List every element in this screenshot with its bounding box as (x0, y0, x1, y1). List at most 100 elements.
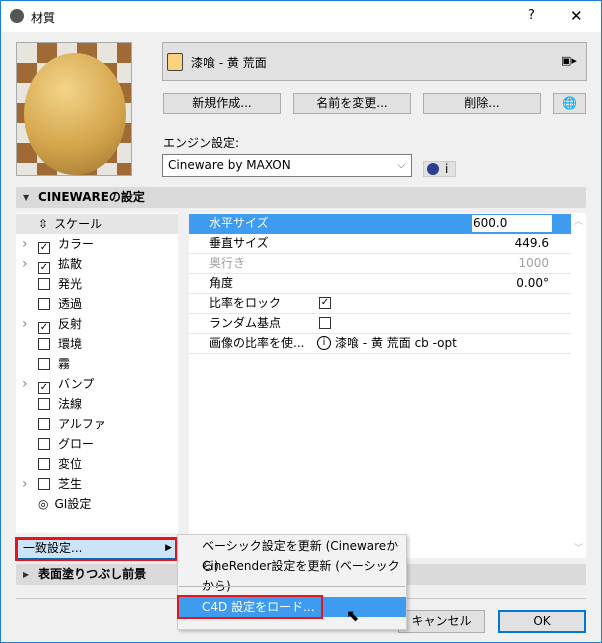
expand-chevron-icon[interactable]: › (22, 314, 28, 334)
engine-select[interactable]: Cineware by MAXON ⌵ (162, 154, 412, 177)
angle-label: 角度 (209, 276, 234, 290)
menu-item-load-c4d[interactable]: C4D 設定をロード... (177, 595, 406, 619)
app-logo-icon (10, 9, 24, 23)
channel-item[interactable]: › 芝生 (16, 474, 178, 494)
submenu-arrow-icon: ▶ (165, 543, 172, 553)
channel-item[interactable]: ◎ GI設定 (16, 494, 178, 514)
channel-item[interactable]: 霧 (16, 354, 178, 374)
engine-info-button[interactable]: i (423, 161, 456, 177)
channel-label: 霧 (58, 357, 71, 371)
channel-item[interactable]: › ✓ 拡散 (16, 254, 178, 274)
depth-value: 1000 (518, 256, 549, 270)
engine-value: Cineware by MAXON (168, 158, 291, 172)
delete-button[interactable]: 削除... (423, 93, 541, 114)
channel-checkbox[interactable] (38, 278, 50, 290)
channel-checkbox[interactable] (38, 358, 50, 370)
channel-label: 芝生 (58, 477, 83, 491)
channel-item[interactable]: 法線 (16, 394, 178, 414)
context-menu: ベーシック設定を更新 (Cinewareから) CineRender設定を更新 … (177, 534, 407, 630)
expand-chevron-icon[interactable]: › (22, 374, 28, 394)
h-size-input[interactable]: 600.0 (472, 215, 552, 232)
expand-chevron-icon[interactable]: › (22, 474, 28, 494)
cancel-button[interactable]: キャンセル (398, 610, 485, 633)
channel-checkbox[interactable]: ✓ (38, 322, 50, 334)
scrollbar[interactable]: ︿ ﹀ (571, 214, 586, 558)
mouse-cursor-icon: ⬉ (346, 606, 360, 625)
globe-button[interactable]: 🌐 (553, 93, 586, 114)
title-bar: 材質 ? ✕ (1, 1, 601, 32)
channel-item[interactable]: 発光 (16, 274, 178, 294)
globe-icon: 🌐 (562, 96, 577, 110)
close-button[interactable]: ✕ (570, 7, 583, 25)
channel-checkbox[interactable] (38, 478, 50, 490)
channel-item[interactable]: ⇳ スケール (16, 214, 178, 234)
cineware-settings-header[interactable]: ▼ CINEWAREの設定 (16, 187, 586, 208)
channel-item[interactable]: グロー (16, 434, 178, 454)
channel-label: バンプ (58, 377, 95, 391)
channel-item[interactable]: 透過 (16, 294, 178, 314)
channel-label: 法線 (58, 397, 83, 411)
texture-menu-icon[interactable]: ▣▸ (561, 54, 577, 67)
info-label: i (445, 162, 449, 176)
channel-item[interactable]: 変位 (16, 454, 178, 474)
channel-item[interactable]: › ✓ 反射 (16, 314, 178, 334)
v-size-label: 垂直サイズ (209, 236, 269, 250)
scale-icon: ⇳ (38, 217, 49, 231)
channel-checkbox[interactable]: ✓ (38, 382, 50, 394)
v-size-row[interactable]: 垂直サイズ 449.6 (189, 234, 571, 254)
match-settings-button[interactable]: 一致設定... ▶ (15, 537, 178, 561)
expand-chevron-icon[interactable]: › (22, 254, 28, 274)
channel-checkbox[interactable] (38, 458, 50, 470)
new-button[interactable]: 新規作成... (163, 93, 281, 114)
channel-item[interactable]: › ✓ バンプ (16, 374, 178, 394)
channel-label: 発光 (58, 277, 83, 291)
channel-checkbox[interactable]: ✓ (38, 262, 50, 274)
rename-button[interactable]: 名前を変更... (293, 93, 411, 114)
expand-chevron-icon[interactable]: › (22, 234, 28, 254)
material-preview (16, 42, 132, 176)
image-ratio-label: 画像の比率を使... (209, 336, 305, 350)
menu-item-update-basic[interactable]: ベーシック設定を更新 (Cinewareから) (178, 536, 406, 573)
chevron-down-icon: ⌵ (397, 160, 405, 171)
channel-label: カラー (58, 237, 95, 251)
random-origin-label: ランダム基点 (209, 316, 282, 330)
angle-value[interactable]: 0.00° (516, 274, 549, 293)
channel-item[interactable]: アルファ (16, 414, 178, 434)
channel-label: GI設定 (54, 497, 92, 511)
material-name-field[interactable]: 漆喰 - 黄 荒面 ▣▸ (162, 42, 587, 81)
channel-item[interactable]: 環境 (16, 334, 178, 354)
h-size-label: 水平サイズ (209, 216, 269, 230)
depth-row: 奥行き 1000 (189, 254, 571, 274)
channel-checkbox[interactable] (38, 418, 50, 430)
h-size-row[interactable]: 水平サイズ 600.0 (189, 214, 571, 234)
channel-label: 環境 (58, 337, 83, 351)
help-button[interactable]: ? (528, 8, 535, 23)
image-ratio-row[interactable]: 画像の比率を使... i 漆喰 - 黄 荒面 cb -opt (189, 334, 571, 354)
channel-checkbox[interactable] (38, 338, 50, 350)
section-title: CINEWAREの設定 (38, 190, 145, 204)
random-origin-row: ランダム基点 (189, 314, 571, 334)
gi-icon: ◎ (38, 497, 49, 511)
lock-ratio-label: 比率をロック (209, 296, 282, 310)
channel-checkbox[interactable]: ✓ (38, 242, 50, 254)
ok-button[interactable]: OK (498, 610, 586, 633)
window-title: 材質 (31, 11, 56, 25)
cineware-icon (427, 163, 439, 175)
lock-ratio-checkbox[interactable]: ✓ (319, 297, 331, 309)
scroll-down-icon[interactable]: ﹀ (571, 541, 586, 554)
channel-checkbox[interactable] (38, 438, 50, 450)
channel-label: スケール (54, 217, 103, 231)
random-origin-checkbox[interactable] (319, 317, 331, 329)
v-size-value[interactable]: 449.6 (515, 234, 549, 253)
channel-checkbox[interactable] (38, 398, 50, 410)
channel-label: 反射 (58, 317, 83, 331)
material-swatch (167, 53, 183, 71)
channel-checkbox[interactable] (38, 298, 50, 310)
menu-item-update-cinerender[interactable]: CineRender設定を更新 (ベーシックから) (178, 556, 406, 593)
channel-item[interactable]: › ✓ カラー (16, 234, 178, 254)
scroll-up-icon[interactable]: ︿ (571, 214, 586, 227)
lock-ratio-row: 比率をロック ✓ (189, 294, 571, 314)
menu-separator (179, 586, 405, 587)
engine-label: エンジン設定: (163, 136, 240, 150)
angle-row[interactable]: 角度 0.00° (189, 274, 571, 294)
